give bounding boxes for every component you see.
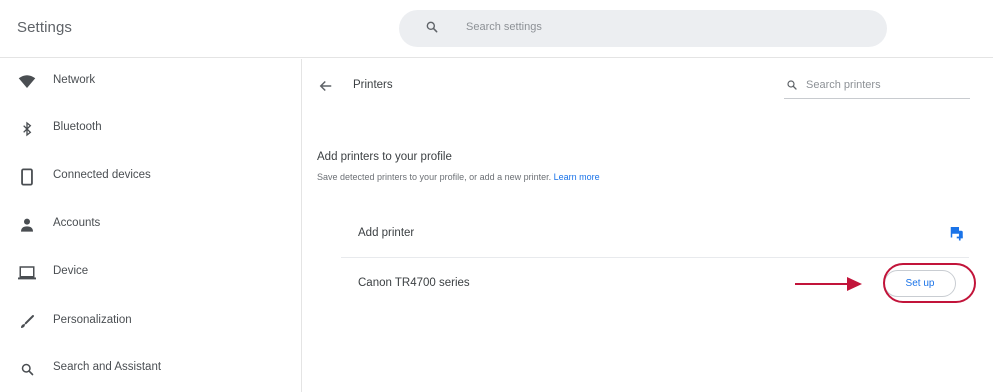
sidebar-item-accounts[interactable]: Accounts (0, 202, 300, 248)
laptop-icon (17, 263, 37, 283)
printer-name: Canon TR4700 series (358, 277, 470, 289)
sidebar: Network Bluetooth Connected devices Acco… (0, 59, 302, 392)
section-description: Save detected printers to your profile, … (317, 172, 600, 182)
page-title: Printers (353, 79, 393, 91)
sidebar-item-device[interactable]: Device (0, 250, 300, 296)
app-title: Settings (17, 19, 72, 36)
search-icon (426, 21, 438, 33)
search-icon (17, 359, 37, 379)
person-icon (17, 215, 37, 235)
bluetooth-icon (17, 119, 37, 139)
add-printer-icon[interactable] (947, 224, 965, 242)
sidebar-item-label: Search and Assistant (53, 361, 162, 373)
sidebar-item-label: Personalization (53, 314, 132, 326)
brush-icon (17, 312, 37, 332)
sidebar-item-personalization[interactable]: Personalization (0, 299, 300, 345)
printer-search-placeholder: Search printers (806, 79, 881, 91)
sidebar-item-connected-devices[interactable]: Connected devices (0, 154, 300, 200)
set-up-button[interactable]: Set up (884, 270, 956, 297)
wifi-icon (17, 72, 37, 92)
add-printer-label: Add printer (358, 227, 415, 239)
section-title: Add printers to your profile (317, 151, 452, 163)
sidebar-item-label: Connected devices (53, 169, 151, 181)
printer-row-canon: Canon TR4700 series (341, 259, 969, 308)
sidebar-item-label: Device (53, 265, 89, 277)
top-bar: Settings Search settings (0, 0, 993, 58)
sidebar-item-label: Bluetooth (53, 121, 102, 133)
sidebar-item-search-and-assistant[interactable]: Search and Assistant (0, 346, 300, 392)
search-placeholder: Search settings (466, 21, 542, 33)
settings-search-bar[interactable]: Search settings (399, 10, 887, 47)
annotation-arrow (795, 277, 862, 291)
sidebar-item-label: Accounts (53, 217, 101, 229)
sidebar-item-network[interactable]: Network (0, 59, 300, 105)
phone-icon (17, 167, 37, 187)
back-arrow-icon[interactable] (317, 77, 335, 95)
printers-page: Printers Search printers Add printers to… (303, 59, 993, 392)
add-printer-row[interactable]: Add printer (341, 209, 969, 258)
search-icon (787, 80, 797, 90)
sidebar-item-label: Network (53, 74, 96, 86)
section-description-text: Save detected printers to your profile, … (317, 172, 552, 182)
printer-search-input[interactable]: Search printers (784, 73, 970, 99)
sidebar-item-bluetooth[interactable]: Bluetooth (0, 106, 300, 152)
learn-more-link[interactable]: Learn more (554, 172, 600, 182)
